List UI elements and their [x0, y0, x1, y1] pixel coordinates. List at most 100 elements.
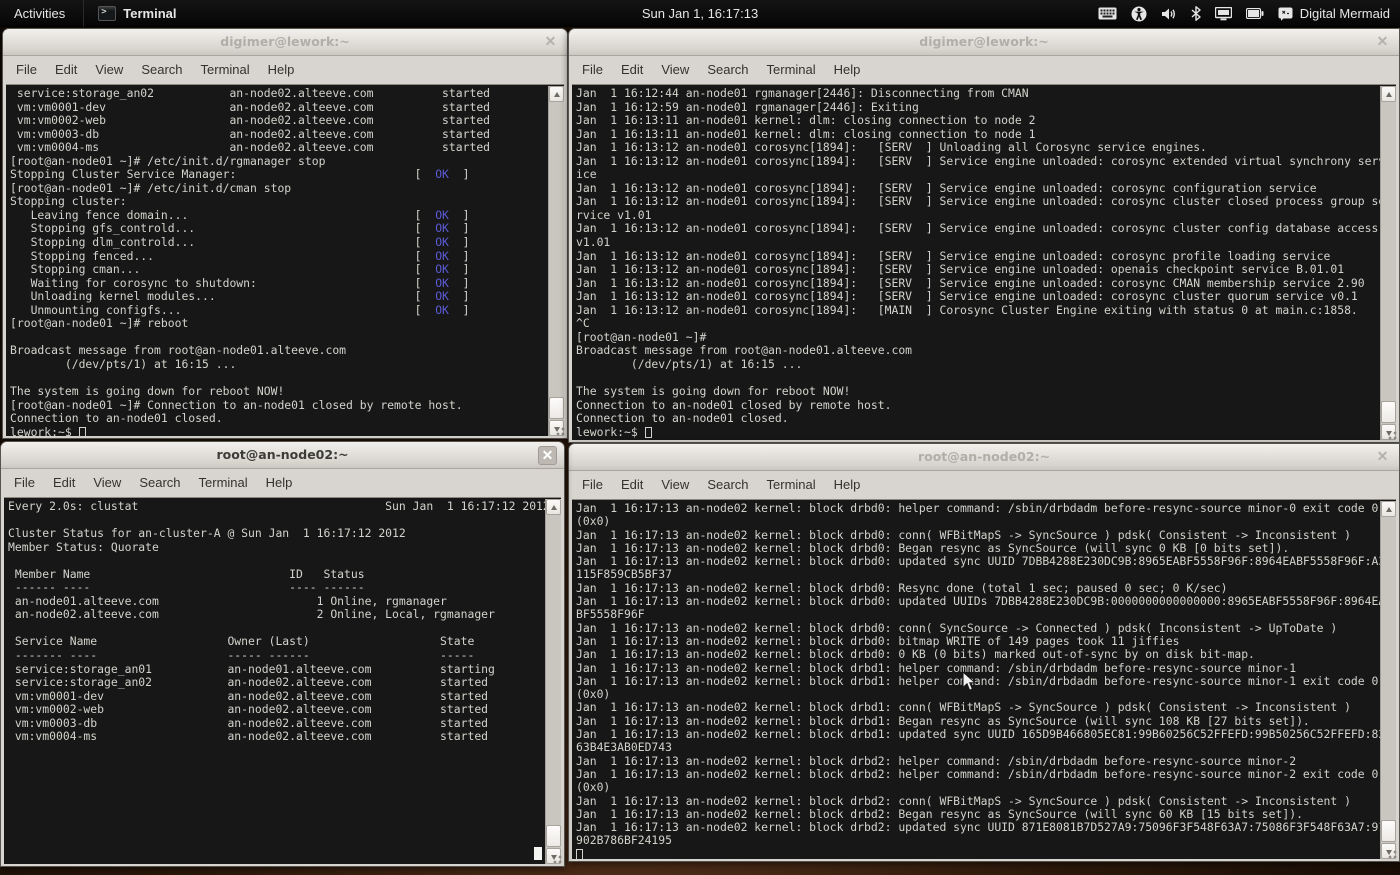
terminal-line: Jan 1 16:17:13 an-node02 kernel: block d… [576, 821, 1378, 834]
terminal-line: an-node01.alteeve.com 1 Online, rgmanage… [8, 595, 543, 609]
resize-grip[interactable] [554, 425, 566, 437]
terminal-line: service:storage_an01 an-node01.alteeve.c… [8, 663, 543, 677]
menu-help[interactable]: Help [259, 56, 304, 84]
scrollbar-thumb[interactable] [549, 397, 564, 419]
terminal-line [576, 371, 1378, 385]
resize-grip[interactable] [1386, 848, 1398, 860]
close-icon[interactable]: ✕ [1373, 33, 1392, 52]
scrollbar-thumb[interactable] [1381, 401, 1396, 423]
gnome-top-bar: Activities Terminal Sun Jan 1, 16:17:13 … [0, 0, 1400, 27]
menu-edit[interactable]: Edit [44, 469, 84, 497]
terminal-line: vm:vm0004-ms an-node02.alteeve.com start… [10, 141, 546, 155]
menubar: FileEditViewSearchTerminalHelp [569, 471, 1399, 499]
menu-file[interactable]: File [573, 56, 612, 84]
terminal-line: Member Status: Quorate [8, 541, 543, 555]
menu-edit[interactable]: Edit [612, 471, 652, 499]
scrollbar-thumb[interactable] [546, 825, 561, 847]
menu-edit[interactable]: Edit [612, 56, 652, 84]
scroll-up-button[interactable] [1381, 86, 1396, 102]
scrollbar[interactable] [548, 86, 564, 436]
menu-search[interactable]: Search [698, 56, 757, 84]
app-menu[interactable]: Terminal [83, 0, 190, 27]
terminal-line: ^C [576, 317, 1378, 331]
menu-view[interactable]: View [652, 56, 698, 84]
terminal-output[interactable]: Jan 1 16:17:13 an-node02 kernel: block d… [572, 499, 1396, 859]
menu-search[interactable]: Search [130, 469, 189, 497]
terminal-line: The system is going down for reboot NOW! [576, 385, 1378, 399]
terminal-line: Stopping cman... [ OK ] [10, 263, 546, 277]
terminal-line: Jan 1 16:17:13 an-node02 kernel: block d… [576, 622, 1378, 635]
user-menu[interactable]: Digital Mermaid [1278, 6, 1390, 21]
terminal-app-icon [98, 6, 116, 21]
terminal-line: Jan 1 16:13:12 an-node01 corosync[1894]:… [576, 222, 1378, 236]
scrollbar-thumb[interactable] [1381, 820, 1396, 842]
battery-icon[interactable] [1246, 8, 1264, 19]
terminal-line: Jan 1 16:13:12 an-node01 corosync[1894]:… [576, 155, 1378, 169]
menu-terminal[interactable]: Terminal [758, 56, 825, 84]
accessibility-icon[interactable] [1131, 6, 1147, 22]
volume-icon[interactable] [1161, 7, 1177, 21]
terminal-line: v1.01 [576, 236, 1378, 250]
close-icon[interactable]: ✕ [541, 33, 560, 52]
terminal-line: ice [576, 168, 1378, 182]
terminal-output[interactable]: Every 2.0s: clustat Sun Jan 1 16:17:12 2… [4, 497, 561, 864]
terminal-line: Unloading kernel modules... [ OK ] [10, 290, 546, 304]
scroll-up-button[interactable] [1381, 501, 1396, 517]
scrollbar[interactable] [1380, 501, 1396, 859]
terminal-line: Jan 1 16:17:13 an-node02 kernel: block d… [576, 648, 1378, 661]
resize-grip[interactable] [1386, 429, 1398, 441]
menu-help[interactable]: Help [257, 469, 302, 497]
menu-view[interactable]: View [652, 471, 698, 499]
menu-file[interactable]: File [5, 469, 44, 497]
menu-search[interactable]: Search [698, 471, 757, 499]
terminal-line: Member Name ID Status [8, 568, 543, 582]
menu-view[interactable]: View [84, 469, 130, 497]
titlebar[interactable]: digimer@lework:~ ✕ [569, 29, 1399, 56]
activities-button[interactable]: Activities [0, 0, 83, 27]
titlebar[interactable]: root@an-node02:~ ✕ [569, 444, 1399, 471]
terminal-window-bottom-left: root@an-node02:~ ✕ FileEditViewSearchTer… [0, 441, 565, 867]
terminal-output[interactable]: service:storage_an02 an-node02.alteeve.c… [6, 84, 564, 436]
terminal-line: 63B4E3AB0ED743 [576, 741, 1378, 754]
keyboard-icon[interactable] [1098, 7, 1117, 20]
close-icon[interactable]: ✕ [1373, 448, 1392, 467]
terminal-line: Broadcast message from root@an-node01.al… [10, 344, 546, 358]
display-icon[interactable] [1215, 7, 1232, 21]
app-menu-label: Terminal [123, 6, 176, 21]
scroll-up-button[interactable] [549, 86, 564, 102]
mouse-cursor [962, 671, 977, 697]
terminal-line: Jan 1 16:13:11 an-node01 kernel: dlm: cl… [576, 114, 1378, 128]
menu-search[interactable]: Search [132, 56, 191, 84]
terminal-output[interactable]: Jan 1 16:12:44 an-node01 rgmanager[2446]… [572, 84, 1396, 440]
terminal-window-top-right: digimer@lework:~ ✕ FileEditViewSearchTer… [568, 28, 1400, 443]
menu-file[interactable]: File [573, 471, 612, 499]
scrollbar[interactable] [545, 499, 561, 864]
terminal-line [10, 371, 546, 385]
terminal-line: Connection to an-node01 closed. [10, 412, 546, 426]
titlebar[interactable]: digimer@lework:~ ✕ [3, 29, 567, 56]
menu-help[interactable]: Help [825, 56, 870, 84]
terminal-line: Unmounting configfs... [ OK ] [10, 304, 546, 318]
menu-terminal[interactable]: Terminal [758, 471, 825, 499]
terminal-line: (/dev/pts/1) at 16:15 ... [10, 358, 546, 372]
terminal-line: The system is going down for reboot NOW! [10, 385, 546, 399]
clock-label[interactable]: Sun Jan 1, 16:17:13 [642, 6, 758, 21]
scrollbar[interactable] [1380, 86, 1396, 440]
terminal-line: Jan 1 16:17:13 an-node02 kernel: block d… [576, 555, 1378, 568]
terminal-line: Jan 1 16:17:13 an-node02 kernel: block d… [576, 755, 1378, 768]
scroll-up-button[interactable] [546, 499, 561, 515]
resize-grip[interactable] [551, 853, 563, 865]
titlebar[interactable]: root@an-node02:~ ✕ [1, 442, 564, 469]
user-name-label: Digital Mermaid [1300, 6, 1390, 21]
menubar: FileEditViewSearchTerminalHelp [569, 56, 1399, 84]
menu-file[interactable]: File [7, 56, 46, 84]
menu-edit[interactable]: Edit [46, 56, 86, 84]
menu-view[interactable]: View [86, 56, 132, 84]
terminal-line: 902B786BF24195 [576, 834, 1378, 847]
menu-terminal[interactable]: Terminal [190, 469, 257, 497]
window-title: root@an-node02:~ [216, 447, 348, 462]
bluetooth-icon[interactable] [1191, 6, 1201, 21]
menu-terminal[interactable]: Terminal [192, 56, 259, 84]
close-icon[interactable]: ✕ [538, 446, 557, 465]
menu-help[interactable]: Help [825, 471, 870, 499]
